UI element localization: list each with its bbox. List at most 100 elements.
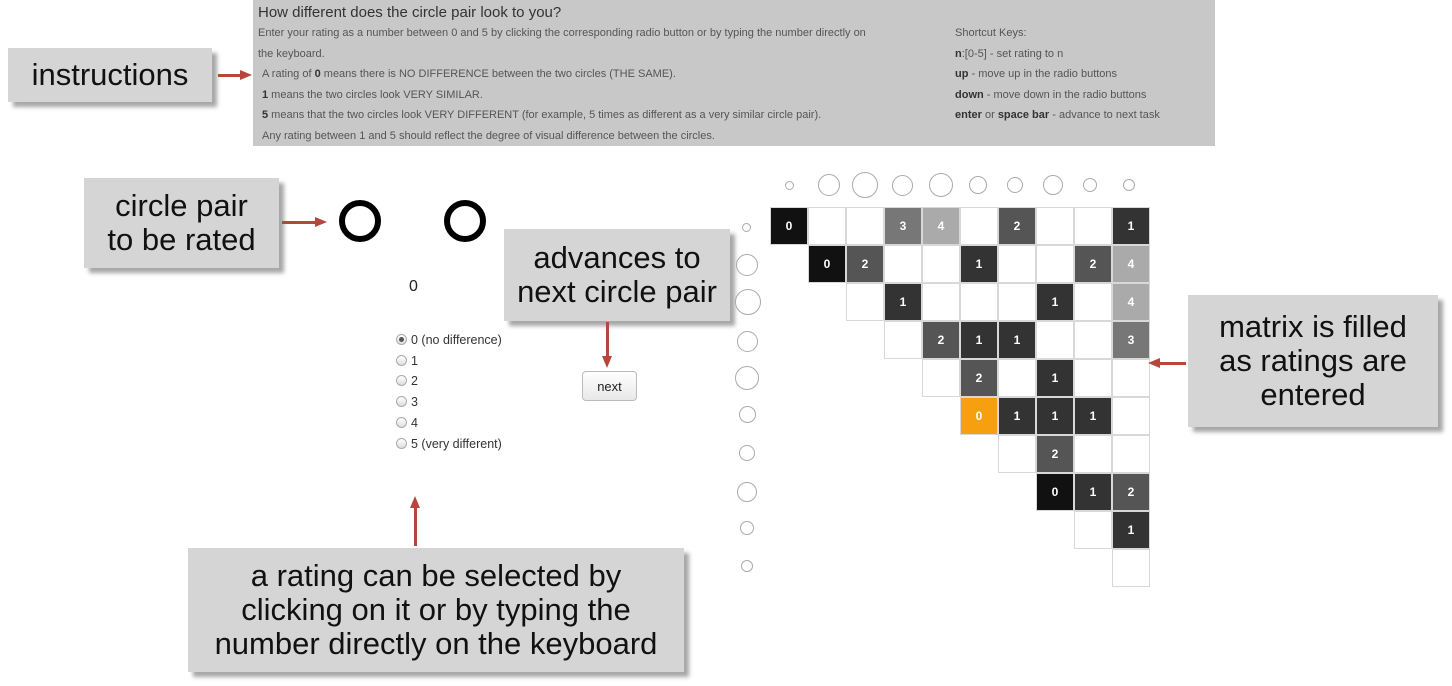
radio-label[interactable]: 0 (no difference)	[411, 333, 502, 347]
matrix-cell	[1074, 321, 1112, 359]
radio-button[interactable]	[396, 417, 407, 428]
radio-button[interactable]	[396, 438, 407, 449]
row-circle	[737, 331, 758, 352]
rating-value: 0	[409, 278, 418, 295]
matrix-cell	[1112, 435, 1150, 473]
instructions-line: 1 means the two circles look VERY SIMILA…	[262, 88, 483, 101]
matrix-cell	[922, 283, 960, 321]
matrix-cell	[960, 207, 998, 245]
instructions-panel: How different does the circle pair look …	[253, 0, 1215, 146]
radio-button[interactable]	[396, 396, 407, 407]
row-circle	[740, 521, 754, 535]
matrix-cell	[846, 207, 884, 245]
column-circle	[852, 172, 878, 198]
radio-option-1[interactable]: 1	[396, 350, 418, 371]
matrix-cell: 1	[998, 321, 1036, 359]
callout-text: advances to	[533, 240, 701, 275]
radio-label[interactable]: 5 (very different)	[411, 437, 502, 451]
matrix-cell	[884, 245, 922, 283]
instructions-line: 5 means that the two circles look VERY D…	[262, 109, 822, 121]
callout-text: as ratings are	[1219, 343, 1407, 378]
instructions-body: Enter your rating as a number between 0 …	[258, 23, 946, 146]
matrix-cell: 1	[1112, 207, 1150, 245]
radio-option-2[interactable]: 2	[396, 370, 418, 391]
shortcut-keys: Shortcut Keys: n:[0-5] - set rating to n…	[955, 23, 1215, 126]
matrix-cell: 4	[922, 207, 960, 245]
radio-label[interactable]: 2	[411, 374, 418, 388]
matrix-cell: 1	[1074, 473, 1112, 511]
row-circle	[742, 223, 751, 232]
radio-option-0[interactable]: 0 (no difference)	[396, 329, 502, 350]
matrix-cell	[998, 283, 1036, 321]
callout-instructions: instructions	[8, 48, 212, 102]
radio-label[interactable]: 4	[411, 416, 418, 430]
matrix-cell: 4	[1112, 283, 1150, 321]
radio-label[interactable]: 1	[411, 354, 418, 368]
matrix-cell	[808, 207, 846, 245]
callout-text: a rating can be selected by	[250, 558, 622, 593]
matrix-cell: 3	[884, 207, 922, 245]
shortcut-item: enter or space bar - advance to next tas…	[955, 109, 1160, 121]
callout-text: number directly on the keyboard	[214, 626, 658, 661]
matrix-cell: 1	[960, 321, 998, 359]
next-button[interactable]: next	[582, 371, 637, 401]
row-circle	[739, 406, 756, 423]
arrowhead-icon	[602, 356, 612, 368]
radio-button[interactable]	[396, 334, 407, 345]
circle-stimulus-right	[444, 200, 486, 242]
matrix-cell: 2	[1074, 245, 1112, 283]
radio-label[interactable]: 3	[411, 395, 418, 409]
matrix-cell: 2	[960, 359, 998, 397]
matrix-cell: 1	[998, 397, 1036, 435]
callout-next: advances to next circle pair	[504, 229, 730, 321]
arrow-next	[606, 322, 609, 358]
matrix-cell: 0	[770, 207, 808, 245]
instructions-line: Any rating between 1 and 5 should reflec…	[262, 129, 715, 142]
callout-text: next circle pair	[517, 274, 717, 309]
matrix-cell	[1112, 359, 1150, 397]
matrix-cell: 2	[1112, 473, 1150, 511]
radio-option-4[interactable]: 4	[396, 412, 418, 433]
matrix-cell: 2	[846, 245, 884, 283]
matrix-cell	[1074, 435, 1112, 473]
matrix-cell	[1036, 245, 1074, 283]
callout-rating: a rating can be selected by clicking on …	[188, 548, 684, 672]
matrix-cell	[1036, 207, 1074, 245]
row-circle	[735, 289, 761, 315]
shortcut-item: down - move down in the radio buttons	[955, 88, 1147, 101]
instructions-line: Enter your rating as a number between 0 …	[258, 27, 866, 39]
matrix-cell	[922, 245, 960, 283]
matrix-cell: 2	[998, 207, 1036, 245]
callout-text: instructions	[31, 57, 189, 92]
column-circle	[892, 175, 913, 196]
radio-button[interactable]	[396, 375, 407, 386]
shortcut-item: up - move up in the radio buttons	[955, 68, 1118, 80]
matrix-cell	[922, 359, 960, 397]
callout-text: to be rated	[107, 222, 256, 257]
column-circle	[969, 176, 987, 194]
arrow-rating	[414, 506, 417, 546]
radio-button[interactable]	[396, 355, 407, 366]
row-circle	[735, 366, 759, 390]
arrow-matrix	[1158, 362, 1186, 365]
matrix-cell: 3	[1112, 321, 1150, 359]
instructions-title: How different does the circle pair look …	[258, 4, 562, 21]
callout-text: matrix is filled	[1219, 309, 1407, 344]
row-circle	[736, 254, 758, 276]
column-circle	[1083, 178, 1097, 192]
callout-text: entered	[1260, 377, 1366, 412]
matrix-cell	[1112, 549, 1150, 587]
matrix-cell-current: 0	[960, 397, 998, 435]
instructions-line: A rating of 0 means there is NO DIFFEREN…	[262, 68, 676, 80]
arrowhead-icon	[1148, 358, 1160, 368]
matrix-cell: 4	[1112, 245, 1150, 283]
matrix-cell: 0	[808, 245, 846, 283]
radio-option-5[interactable]: 5 (very different)	[396, 433, 502, 454]
matrix-cell	[960, 283, 998, 321]
shortcut-item: n:[0-5] - set rating to n	[955, 47, 1064, 60]
matrix-cell: 1	[960, 245, 998, 283]
matrix-cell: 1	[1036, 283, 1074, 321]
matrix-cell	[846, 283, 884, 321]
radio-option-3[interactable]: 3	[396, 391, 418, 412]
instructions-line: the keyboard.	[258, 47, 325, 60]
